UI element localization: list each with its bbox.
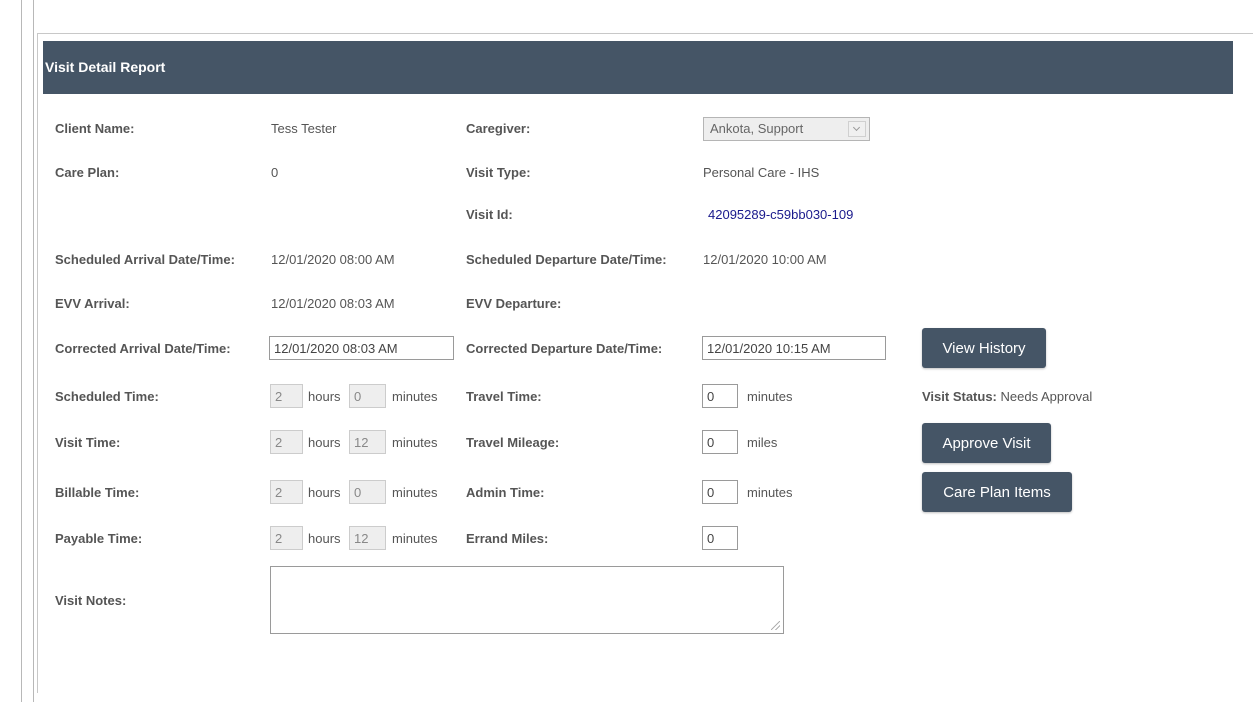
visit-notes-label: Visit Notes:: [55, 593, 127, 608]
travel-time-input[interactable]: [702, 384, 738, 408]
payable-time-label: Payable Time:: [55, 531, 143, 546]
scheduled-departure-label: Scheduled Departure Date/Time:: [466, 252, 667, 267]
visit-time-label: Visit Time:: [55, 435, 121, 450]
travel-time-label: Travel Time:: [466, 389, 542, 404]
resize-grip-icon[interactable]: [771, 621, 780, 630]
travel-mileage-label: Travel Mileage:: [466, 435, 560, 450]
payable-time-minutes: [349, 526, 386, 550]
evv-arrival-value: 12/01/2020 08:03 AM: [271, 296, 395, 311]
caregiver-select[interactable]: Ankota, Support: [703, 117, 870, 141]
corrected-arrival-label: Corrected Arrival Date/Time:: [55, 341, 231, 356]
left-border-line-inner: [33, 0, 34, 702]
scheduled-time-label: Scheduled Time:: [55, 389, 159, 404]
admin-time-unit: minutes: [747, 485, 793, 500]
hours-unit: hours: [308, 389, 341, 404]
corrected-arrival-input[interactable]: [269, 336, 454, 360]
minutes-unit: minutes: [392, 485, 438, 500]
report-header: Visit Detail Report: [43, 41, 1233, 94]
visit-notes-textarea[interactable]: [270, 566, 784, 634]
caregiver-selected-value: Ankota, Support: [710, 121, 804, 136]
admin-time-label: Admin Time:: [466, 485, 545, 500]
billable-time-minutes: [349, 480, 386, 504]
minutes-unit: minutes: [392, 435, 438, 450]
payable-time-hours: [270, 526, 303, 550]
approve-visit-button[interactable]: Approve Visit: [922, 423, 1051, 463]
care-plan-value: 0: [271, 165, 279, 180]
visit-time-hours: [270, 430, 303, 454]
client-name-label: Client Name:: [55, 121, 135, 136]
evv-arrival-label: EVV Arrival:: [55, 296, 130, 311]
admin-time-input[interactable]: [702, 480, 738, 504]
billable-time-hours: [270, 480, 303, 504]
caregiver-label: Caregiver:: [466, 121, 531, 136]
report-title: Visit Detail Report: [45, 59, 166, 75]
scheduled-arrival-label: Scheduled Arrival Date/Time:: [55, 252, 235, 267]
hours-unit: hours: [308, 435, 341, 450]
chevron-down-icon: [848, 121, 866, 137]
minutes-unit: minutes: [392, 531, 438, 546]
view-history-button[interactable]: View History: [922, 328, 1046, 368]
minutes-unit: minutes: [392, 389, 438, 404]
travel-mileage-unit: miles: [747, 435, 778, 450]
travel-time-unit: minutes: [747, 389, 793, 404]
visit-id-label: Visit Id:: [466, 207, 513, 222]
left-border-line: [21, 0, 22, 702]
scheduled-time-hours: [270, 384, 303, 408]
visit-id-value: 42095289-c59bb030-109: [708, 207, 854, 222]
corrected-departure-input[interactable]: [702, 336, 886, 360]
hours-unit: hours: [308, 531, 341, 546]
visit-type-value: Personal Care - IHS: [703, 165, 820, 180]
care-plan-label: Care Plan:: [55, 165, 120, 180]
scheduled-time-minutes: [349, 384, 386, 408]
hours-unit: hours: [308, 485, 341, 500]
visit-status: Visit Status: Needs Approval: [922, 389, 1092, 404]
corrected-departure-label: Corrected Departure Date/Time:: [466, 341, 663, 356]
billable-time-label: Billable Time:: [55, 485, 140, 500]
visit-time-minutes: [349, 430, 386, 454]
care-plan-items-button[interactable]: Care Plan Items: [922, 472, 1072, 512]
visit-type-label: Visit Type:: [466, 165, 531, 180]
visit-status-value: Needs Approval: [1000, 389, 1093, 404]
errand-miles-input[interactable]: [702, 526, 738, 550]
scheduled-departure-value: 12/01/2020 10:00 AM: [703, 252, 827, 267]
errand-miles-label: Errand Miles:: [466, 531, 549, 546]
evv-departure-label: EVV Departure:: [466, 296, 562, 311]
client-name-value: Tess Tester: [271, 121, 337, 136]
travel-mileage-input[interactable]: [702, 430, 738, 454]
scheduled-arrival-value: 12/01/2020 08:00 AM: [271, 252, 395, 267]
visit-status-label: Visit Status:: [922, 389, 997, 404]
